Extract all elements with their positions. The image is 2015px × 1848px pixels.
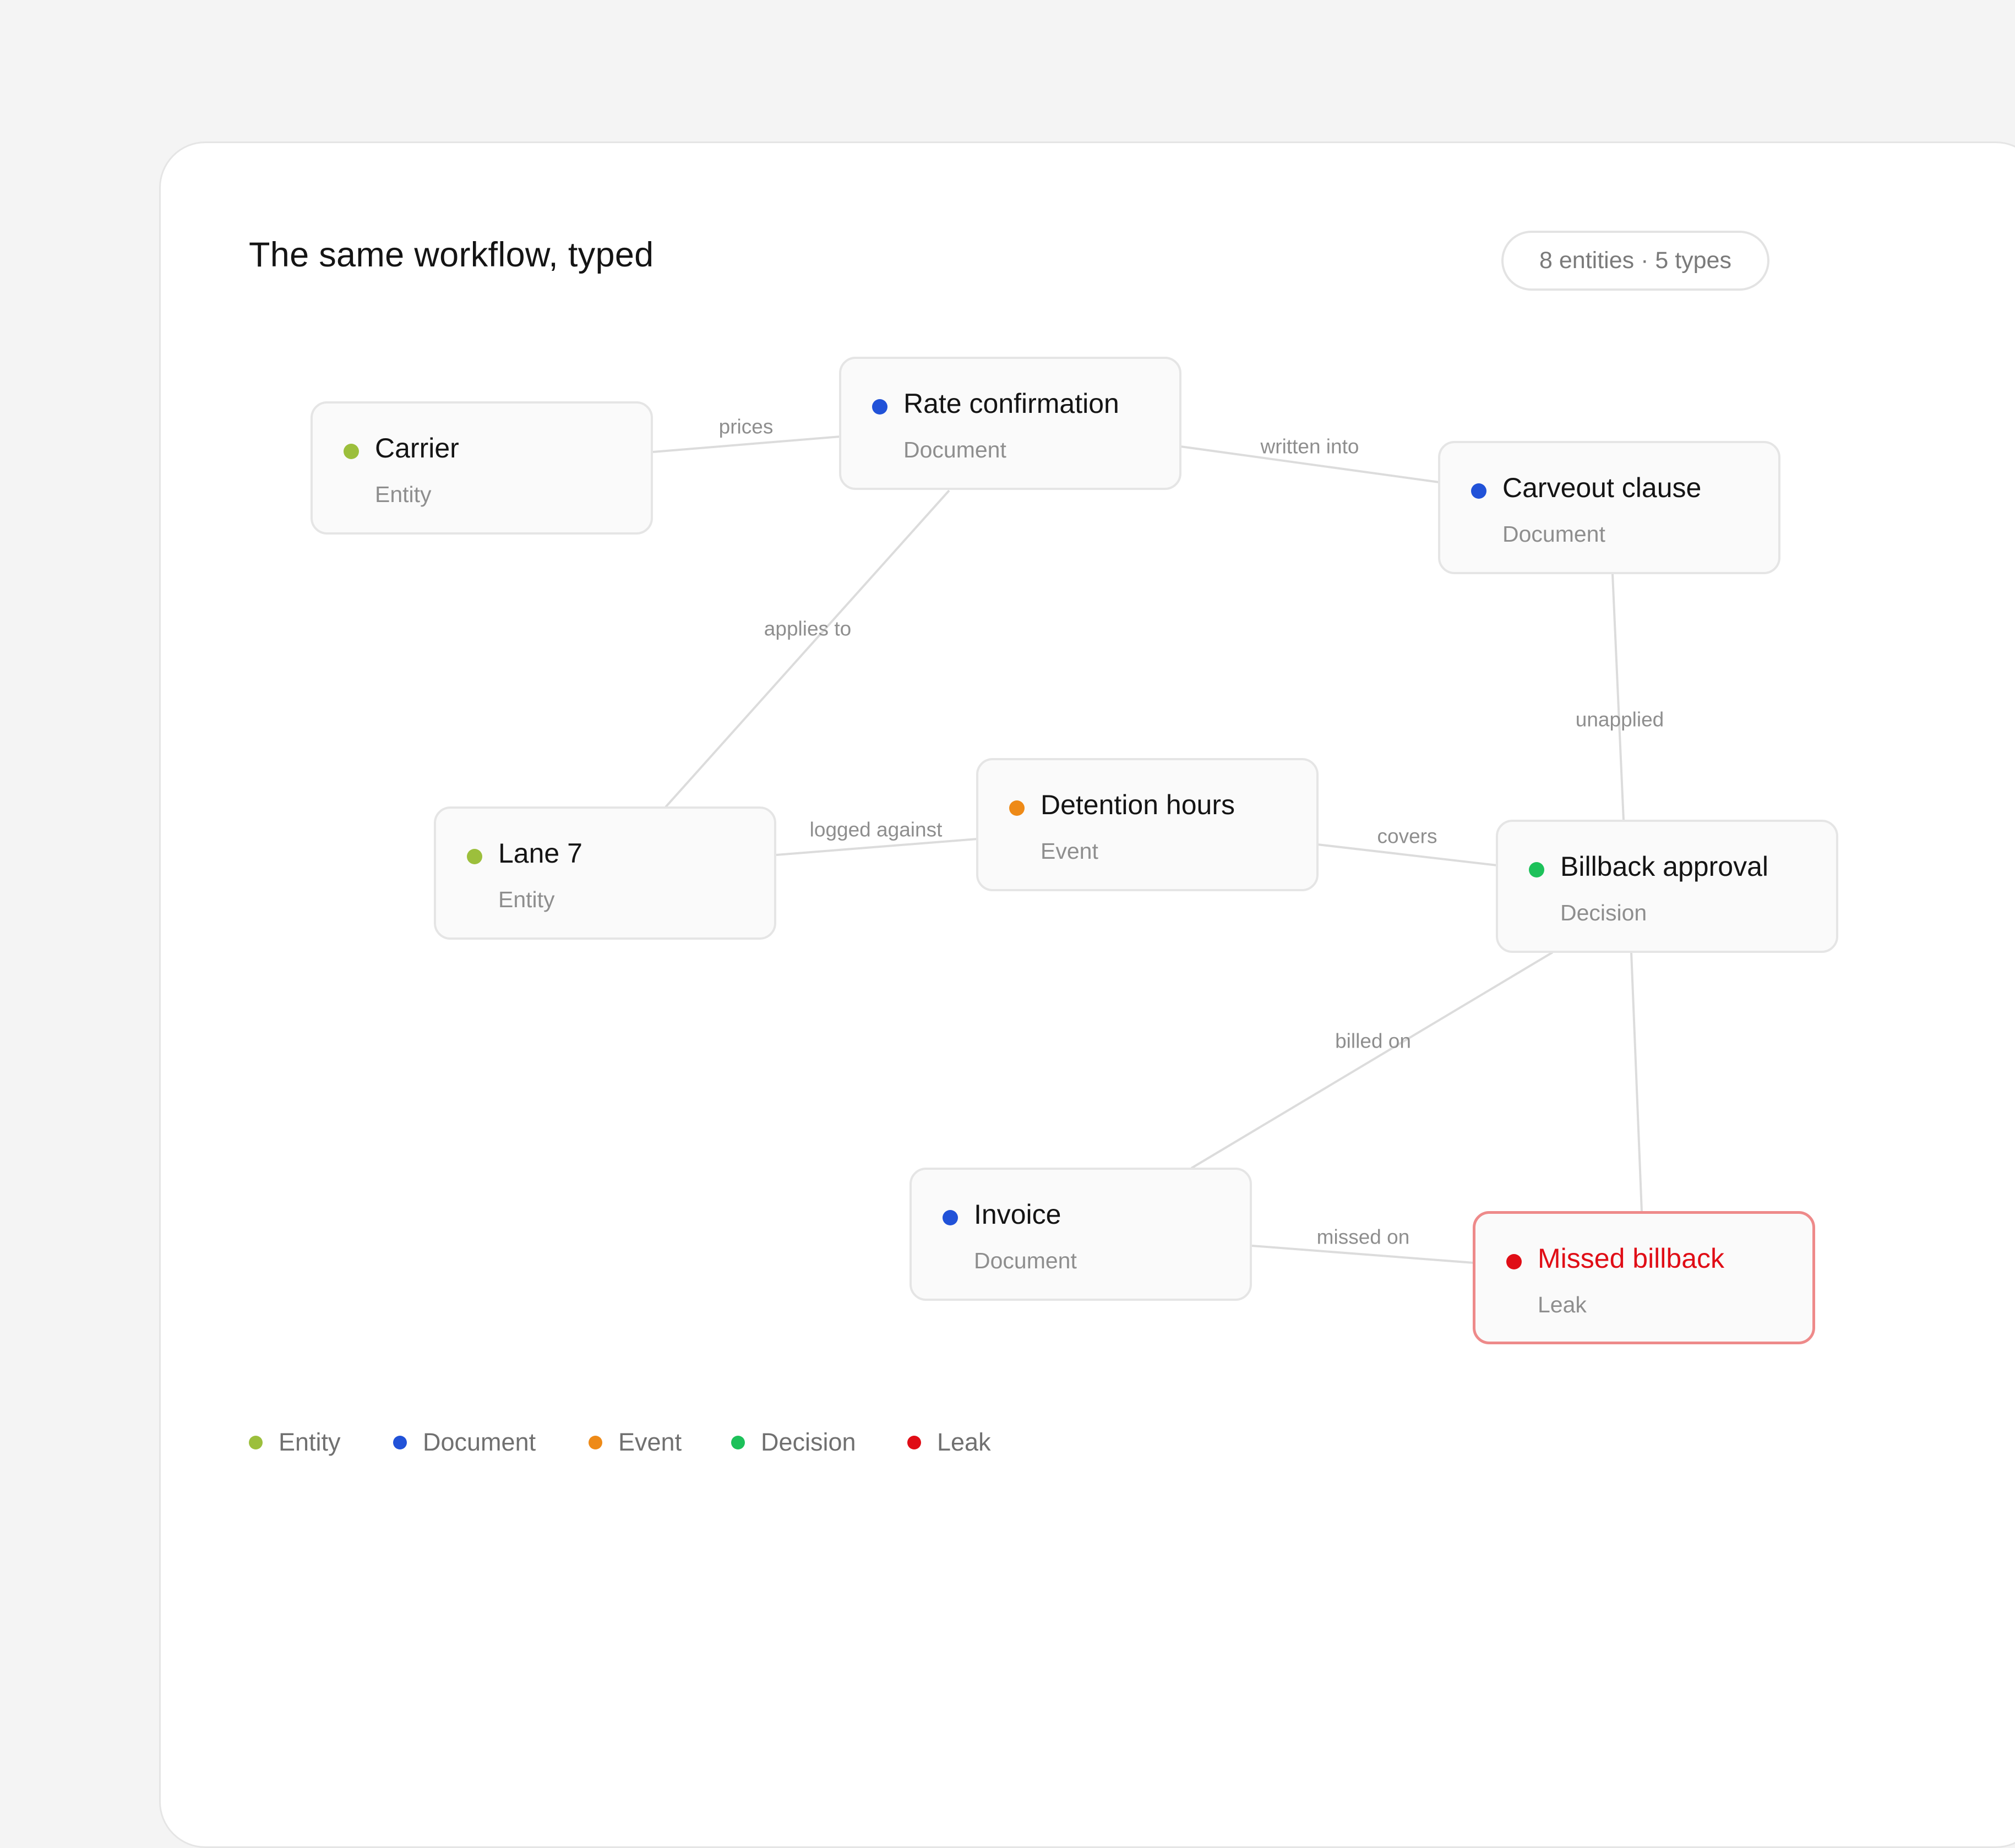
legend-item-leak: Leak [907, 1426, 991, 1459]
edge-logged-against [776, 838, 978, 856]
edge-label-billed-on: billed on [1335, 1029, 1411, 1053]
edge-missed-on [1251, 1245, 1474, 1264]
edge-prices [652, 435, 841, 453]
event-type-dot-icon [1009, 800, 1025, 816]
edge-label-written-into: written into [1260, 435, 1359, 458]
legend-item-decision: Decision [731, 1426, 856, 1459]
leak-type-dot-icon [1506, 1254, 1522, 1269]
legend-label: Decision [761, 1428, 856, 1456]
node-type: Decision [1560, 900, 1647, 925]
legend-item-event: Event [589, 1426, 682, 1459]
node-type: Event [1041, 838, 1098, 864]
node-carrier[interactable]: Carrier Entity [311, 401, 653, 535]
node-type: Document [903, 437, 1006, 462]
legend-label: Event [618, 1428, 682, 1456]
node-type: Document [1502, 521, 1605, 547]
node-name: Missed billback [1538, 1243, 1725, 1274]
edge-billed-on [1190, 951, 1554, 1169]
edge-label-covers: covers [1377, 825, 1437, 848]
legend-dot-icon [907, 1435, 921, 1449]
document-type-dot-icon [1471, 483, 1486, 499]
node-type: Document [974, 1248, 1077, 1273]
legend-item-document: Document [393, 1426, 536, 1459]
node-carveout-clause[interactable]: Carveout clause Document [1438, 441, 1780, 574]
legend-dot-icon [731, 1435, 745, 1449]
legend-dot-icon [249, 1435, 263, 1449]
node-missed-billback[interactable]: Missed billback Leak [1473, 1211, 1815, 1344]
legend-label: Entity [279, 1428, 341, 1456]
edge-unapplied [1611, 574, 1625, 821]
legend-label: Document [423, 1428, 536, 1456]
node-rate-confirmation[interactable]: Rate confirmation Document [839, 357, 1181, 490]
node-name: Carveout clause [1502, 472, 1702, 503]
node-name: Billback approval [1560, 851, 1768, 882]
node-name: Detention hours [1041, 789, 1235, 820]
node-type: Leak [1538, 1292, 1587, 1317]
node-invoice[interactable]: Invoice Document [910, 1168, 1252, 1301]
node-type: Entity [498, 887, 555, 912]
document-type-dot-icon [872, 399, 887, 415]
node-lane-7[interactable]: Lane 7 Entity [434, 806, 776, 940]
edge-label-logged-against: logged against [809, 818, 943, 841]
edge-covers [1317, 843, 1498, 866]
edge-label-applies-to: applies to [764, 617, 852, 640]
node-name: Lane 7 [498, 838, 582, 869]
edge-billback-to-missed [1630, 952, 1643, 1212]
legend-label: Leak [937, 1428, 991, 1456]
decision-type-dot-icon [1529, 862, 1544, 877]
edge-label-prices: prices [718, 415, 774, 438]
edge-applies-to [665, 489, 950, 808]
edge-label-unapplied: unapplied [1575, 708, 1664, 731]
node-billback-approval[interactable]: Billback approval Decision [1496, 820, 1838, 953]
legend-item-entity: Entity [249, 1426, 341, 1459]
entity-type-dot-icon [344, 444, 359, 459]
node-name: Carrier [375, 433, 459, 464]
node-name: Rate confirmation [903, 388, 1119, 419]
legend-dot-icon [589, 1435, 602, 1449]
node-type: Entity [375, 482, 432, 507]
edge-label-missed-on: missed on [1316, 1225, 1410, 1249]
node-detention-hours[interactable]: Detention hours Event [976, 758, 1319, 891]
document-type-dot-icon [943, 1210, 958, 1225]
legend-dot-icon [393, 1435, 407, 1449]
entity-type-dot-icon [467, 849, 482, 864]
node-name: Invoice [974, 1199, 1061, 1230]
